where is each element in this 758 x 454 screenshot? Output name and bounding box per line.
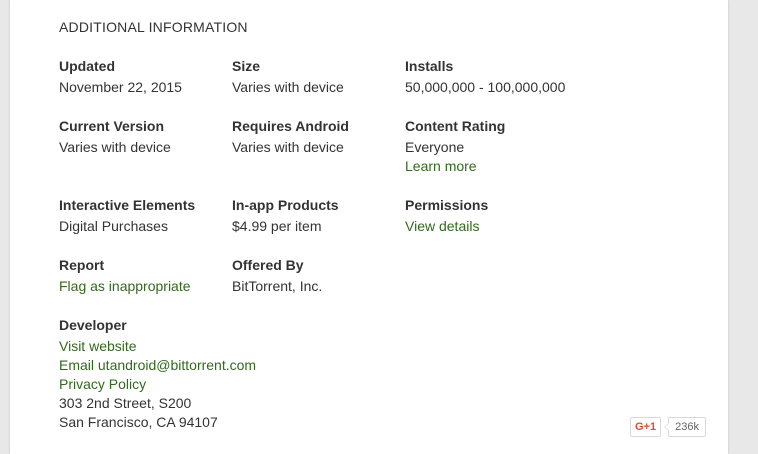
in-app-products-field: In-app Products $4.99 per item: [232, 196, 402, 236]
in-app-products-label: In-app Products: [232, 197, 339, 213]
size-field: Size Varies with device: [232, 57, 402, 97]
content-rating-label: Content Rating: [405, 118, 506, 134]
developer-label: Developer: [59, 317, 127, 333]
visit-website-link[interactable]: Visit website: [59, 337, 319, 356]
current-version-field: Current Version Varies with device: [59, 117, 229, 157]
interactive-elements-value: Digital Purchases: [59, 218, 168, 234]
permissions-label: Permissions: [405, 197, 489, 213]
gplus-widget: G+1 236k: [630, 417, 706, 437]
additional-info-card: ADDITIONAL INFORMATION Updated November …: [10, 0, 728, 454]
size-value: Varies with device: [232, 79, 344, 95]
requires-android-label: Requires Android: [232, 118, 349, 134]
content-rating-value: Everyone: [405, 139, 465, 155]
size-label: Size: [232, 58, 261, 74]
current-version-label: Current Version: [59, 118, 165, 134]
updated-field: Updated November 22, 2015: [59, 57, 229, 97]
privacy-policy-link[interactable]: Privacy Policy: [59, 375, 319, 394]
updated-value: November 22, 2015: [59, 79, 182, 95]
learn-more-link[interactable]: Learn more: [405, 157, 575, 176]
flag-inappropriate-link[interactable]: Flag as inappropriate: [59, 277, 229, 296]
report-field: Report Flag as inappropriate: [59, 256, 229, 296]
current-version-value: Varies with device: [59, 139, 171, 155]
google-plus-icon[interactable]: G+1: [630, 417, 662, 437]
in-app-products-value: $4.99 per item: [232, 218, 322, 234]
developer-address-line2: San Francisco, CA 94107: [59, 414, 218, 430]
offered-by-value: BitTorrent, Inc.: [232, 278, 323, 294]
interactive-elements-label: Interactive Elements: [59, 197, 196, 213]
permissions-field: Permissions View details: [405, 196, 575, 236]
requires-android-field: Requires Android Varies with device: [232, 117, 402, 157]
installs-field: Installs 50,000,000 - 100,000,000: [405, 57, 575, 97]
gplus-count-badge: 236k: [664, 417, 706, 437]
developer-address-line1: 303 2nd Street, S200: [59, 395, 192, 411]
offered-by-label: Offered By: [232, 257, 304, 273]
developer-field: Developer Visit website Email utandroid@…: [59, 316, 319, 432]
offered-by-field: Offered By BitTorrent, Inc.: [232, 256, 402, 296]
content-rating-field: Content Rating Everyone Learn more: [405, 117, 575, 176]
view-details-link[interactable]: View details: [405, 217, 575, 236]
installs-label: Installs: [405, 58, 454, 74]
updated-label: Updated: [59, 58, 115, 74]
email-developer-link[interactable]: Email utandroid@bittorrent.com: [59, 356, 319, 375]
installs-value: 50,000,000 - 100,000,000: [405, 79, 566, 95]
requires-android-value: Varies with device: [232, 139, 344, 155]
section-title: ADDITIONAL INFORMATION: [59, 19, 248, 35]
interactive-elements-field: Interactive Elements Digital Purchases: [59, 196, 229, 236]
report-label: Report: [59, 257, 105, 273]
